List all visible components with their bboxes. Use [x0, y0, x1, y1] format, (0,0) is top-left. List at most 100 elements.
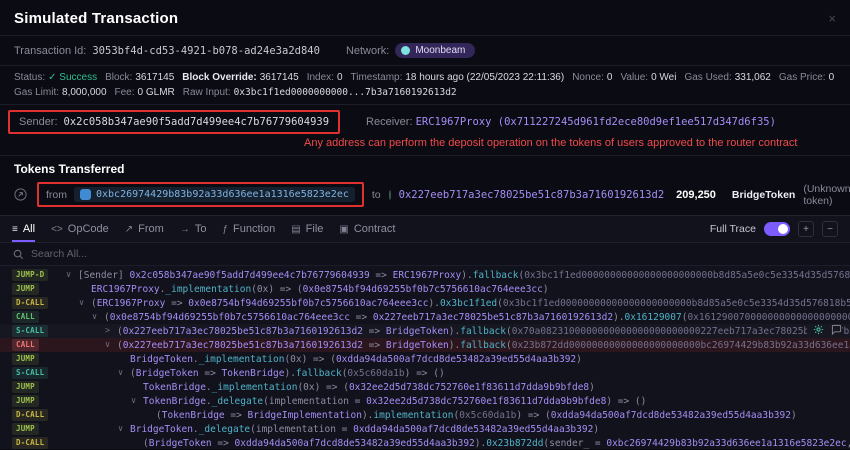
tab-label: From [138, 223, 164, 235]
trace-row[interactable]: CALL∨(0x227eeb717a3ec78025be51c87b3a7160… [0, 338, 850, 352]
trace-line-text: (ERC1967Proxy => 0x0e8754bf94d69255bf0b7… [91, 298, 850, 309]
contract-icon [389, 190, 391, 200]
trace-tabs: ≡All <>OpCode ↗ From →To ƒFunction ▤File ▣Contr… [12, 216, 395, 242]
page-title: Simulated Transaction [14, 10, 178, 27]
chevron-down-icon[interactable]: ∨ [131, 396, 143, 406]
gear-icon[interactable] [813, 324, 824, 338]
trace-row[interactable]: JUMP TokenBridge._implementation(0x) => (… [0, 380, 850, 394]
trace-row[interactable]: JUMP∨TokenBridge._delegate(implementatio… [0, 394, 850, 408]
tab-label: File [306, 223, 324, 235]
chevron-down-icon[interactable]: ∨ [79, 298, 91, 308]
trace-panel: ≡All <>OpCode ↗ From →To ƒFunction ▤File ▣Contr… [0, 215, 850, 449]
tab-label: To [195, 223, 207, 235]
network-label: Network: [346, 45, 389, 57]
close-icon[interactable]: × [828, 12, 836, 25]
receiver-address[interactable]: ERC1967Proxy (0x711227245d961fd2ece80d9e… [416, 116, 776, 128]
search-input[interactable] [31, 248, 271, 260]
opcode-badge: JUMP [12, 423, 39, 435]
chevron-down-icon[interactable]: ∨ [92, 312, 104, 322]
tab-contract[interactable]: ▣Contract [339, 216, 395, 242]
meta-gas-limit: Gas Limit:8,000,000 [14, 87, 107, 98]
from-arrow-icon: ↗ [125, 224, 133, 235]
transaction-id-label: Transaction Id: [14, 45, 86, 57]
chevron-down-icon[interactable]: ∨ [105, 340, 117, 350]
sender-address[interactable]: 0x2c058b347ae90f5add7d499ee4c7b767796049… [64, 116, 330, 128]
parties-section: Sender: 0x2c058b347ae90f5add7d499ee4c7b7… [0, 105, 850, 156]
trace-row[interactable]: JUMPERC1967Proxy._implementation(0x) => … [0, 282, 850, 296]
network-logo-icon [401, 46, 410, 55]
from-address[interactable]: 0xbc26974429b83b92a33d636ee1a1316e5823e2… [74, 187, 355, 202]
meta-row-2: Gas Limit:8,000,000Fee:0 GLMRRaw Input:0… [14, 87, 836, 98]
full-trace-label: Full Trace [710, 223, 756, 235]
tab-function[interactable]: ƒFunction [222, 216, 275, 242]
opcode-badge: JUMP [12, 381, 39, 393]
network-badge: Moonbeam [395, 43, 475, 58]
trace-searchbar [0, 243, 850, 266]
opcode-badge: D-CALL [12, 437, 48, 449]
tab-opcode[interactable]: <>OpCode [51, 216, 109, 242]
trace-row[interactable]: CALL ∨(0x0e8754bf94d69255bf0b7c5756610ac7… [0, 310, 850, 324]
trace-line-text: TokenBridge._implementation(0x) => (0x32… [143, 382, 595, 393]
token-icon [80, 189, 91, 200]
tokens-transferred-title: Tokens Transferred [14, 162, 836, 176]
meta-raw-input: Raw Input:0x3bc1f1ed0000000000...7b3a716… [183, 87, 457, 98]
trace-row[interactable]: D-CALL (TokenBridge => BridgeImplementati… [0, 408, 850, 422]
expand-all-button[interactable]: + [798, 221, 814, 237]
to-address[interactable]: 0x227eeb717a3ec78025be51c87b3a7160192613… [399, 189, 665, 201]
opcode-badge: CALL [12, 339, 39, 351]
full-trace-toggle[interactable] [764, 222, 790, 236]
transaction-meta: Status:✓ SuccessBlock:3617145Block Overr… [0, 66, 850, 105]
meta-timestamp: Timestamp:18 hours ago (22/05/2023 22:11… [351, 72, 565, 83]
trace-line-text: (0x0e8754bf94d69255bf0b7c5756610ac764eee… [104, 312, 850, 323]
receiver-label: Receiver: [366, 116, 412, 128]
chevron-right-icon[interactable]: > [105, 326, 117, 336]
tab-label: Contract [354, 223, 396, 235]
tokens-transferred-section: Tokens Transferred from 0xbc26974429b83b… [0, 156, 850, 215]
tab-from[interactable]: ↗ From [125, 216, 164, 242]
meta-status: Status:✓ Success [14, 72, 97, 83]
trace-row[interactable]: S-CALL ∨(BridgeToken => TokenBridge).fall… [0, 366, 850, 380]
collapse-all-button[interactable]: − [822, 221, 838, 237]
opcode-badge: JUMP [12, 395, 39, 407]
tab-all[interactable]: ≡All [12, 216, 35, 242]
meta-nonce: Nonce:0 [572, 72, 612, 83]
from-annotation-box: from 0xbc26974429b83b92a33d636ee1a1316e5… [37, 182, 364, 207]
meta-value: Value:0 Wei [620, 72, 676, 83]
trace-line-text: ERC1967Proxy._implementation(0x) => (0x0… [91, 284, 549, 295]
trace-line-text: (BridgeToken => 0xdda94da500af7dcd8de534… [143, 438, 850, 449]
list-icon: ≡ [12, 224, 18, 235]
opcode-badge: CALL [12, 311, 39, 323]
trace-row[interactable]: JUMPBridgeToken._implementation(0x) => (… [0, 352, 850, 366]
opcode-badge: S-CALL [12, 367, 48, 379]
chevron-down-icon[interactable]: ∨ [66, 270, 78, 280]
sender-annotation-box: Sender: 0x2c058b347ae90f5add7d499ee4c7b7… [8, 110, 340, 134]
trace-row[interactable]: D-CALL (BridgeToken => 0xdda94da500af7dcd… [0, 436, 850, 450]
trace-line-text: BridgeToken._delegate(implementation = 0… [130, 424, 599, 435]
opcode-badge: S-CALL [12, 325, 48, 337]
trace-line-text: [Sender] 0x2c058b347ae90f5add7d499ee4c7b… [78, 270, 850, 281]
token-name: BridgeToken [732, 189, 795, 201]
tab-file[interactable]: ▤File [291, 216, 323, 242]
trace-line-text: (TokenBridge => BridgeImplementation).im… [156, 410, 797, 421]
comment-icon[interactable] [831, 324, 842, 338]
annotation-text: Any address can perform the deposit oper… [304, 137, 836, 149]
opcode-badge: D-CALL [12, 409, 48, 421]
opcode-badge: JUMP-D [12, 269, 48, 281]
chevron-down-icon[interactable]: ∨ [118, 424, 130, 434]
tab-to[interactable]: →To [180, 216, 207, 242]
to-label: to [372, 189, 381, 201]
opcode-badge: D-CALL [12, 297, 48, 309]
trace-rows: JUMP-D∨[Sender] 0x2c058b347ae90f5add7d49… [0, 266, 850, 450]
token-note: (Unknown token) [803, 183, 850, 207]
trace-row[interactable]: S-CALL >(0x227eeb717a3ec78025be51c87b3a71… [0, 324, 850, 338]
trace-row[interactable]: JUMP-D ∨[Sender] 0x2c058b347ae90f5add7d49… [0, 268, 850, 282]
trace-row[interactable]: JUMP ∨BridgeToken._delegate(implementatio… [0, 422, 850, 436]
trace-line-text: (0x227eeb717a3ec78025be51c87b3a716019261… [117, 326, 850, 337]
transaction-id-row: Transaction Id: 3053bf4d-cd53-4921-b078-… [0, 36, 850, 66]
meta-block: Block:3617145 [105, 72, 174, 83]
trace-row[interactable]: D-CALL ∨(ERC1967Proxy => 0x0e8754bf94d692… [0, 296, 850, 310]
meta-row-1: Status:✓ SuccessBlock:3617145Block Overr… [14, 72, 836, 83]
chevron-down-icon[interactable]: ∨ [118, 368, 130, 378]
trace-line-text: (BridgeToken => TokenBridge).fallback(0x… [130, 368, 445, 379]
trace-line-text: BridgeToken._implementation(0x) => (0xdd… [130, 354, 582, 365]
